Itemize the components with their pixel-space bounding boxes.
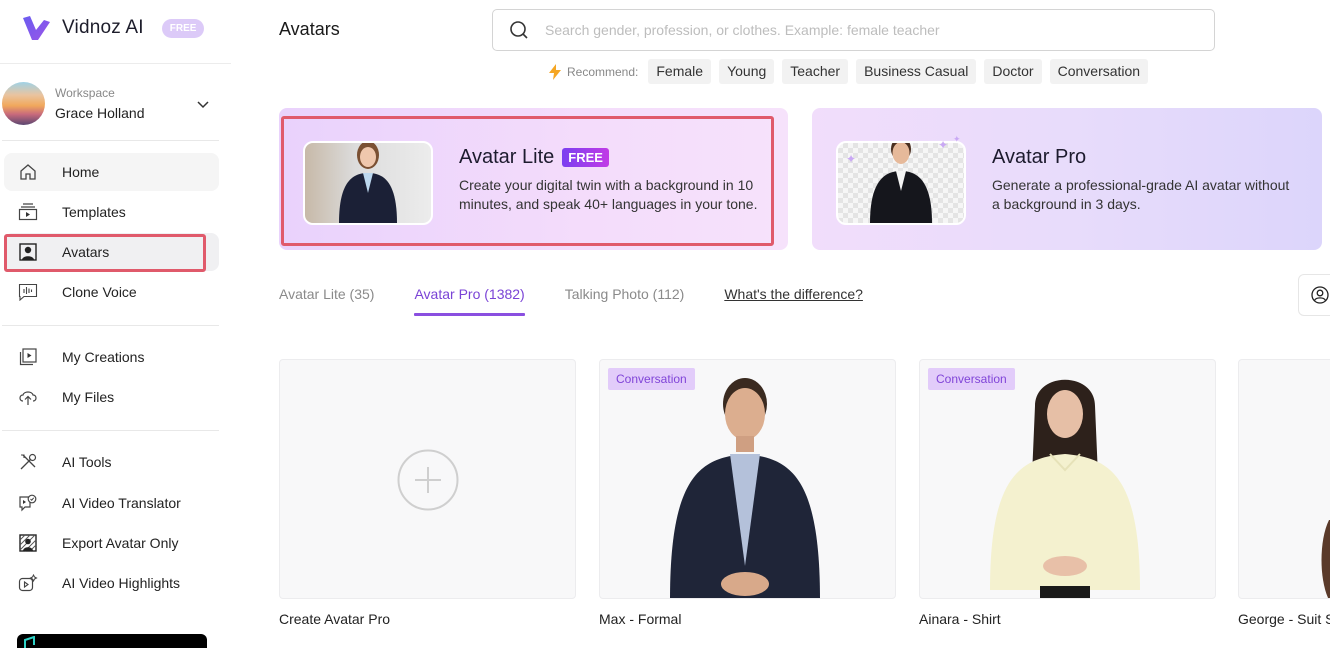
avatar-icon [18,242,38,262]
brand-logo[interactable]: Vidnoz AI FREE [20,12,205,44]
avatar-pro-description: Generate a professional-grade AI avatar … [992,177,1290,212]
tab-avatar-lite[interactable]: Avatar Lite (35) [279,286,374,316]
avatar-george-image [1321,520,1330,598]
recommend-tag-conversation[interactable]: Conversation [1049,59,1149,84]
voice-icon [18,282,38,302]
whats-the-difference-link[interactable]: What's the difference? [724,286,863,316]
home-icon [18,162,38,182]
recommend-tag-female[interactable]: Female [648,59,712,84]
translator-icon [18,493,38,513]
tools-icon [18,452,38,472]
avatar-lite-description: Create your digital twin with a backgrou… [459,177,758,212]
sparkle-icon: ✦ [953,134,961,144]
sidebar-item-label: Avatars [62,244,110,260]
sidebar-item-label: AI Video Translator [62,495,181,511]
avatar-tabs: Avatar Lite (35) Avatar Pro (1382) Talki… [279,286,863,316]
avatar-name: Max - Formal [599,611,682,627]
avatar-pro-title: Avatar Pro [992,146,1087,168]
recommend-label: Recommend: [567,64,639,79]
chevron-down-icon[interactable] [196,97,210,111]
recommend-tag-business-casual[interactable]: Business Casual [856,59,977,84]
lightning-icon [549,63,561,80]
tab-talking-photo[interactable]: Talking Photo (112) [565,286,685,316]
avatar-card-max-formal[interactable]: Conversation [599,359,896,599]
search-input[interactable] [545,22,1185,38]
sidebar-item-ai-tools[interactable]: AI Tools [4,443,219,481]
conversation-tag: Conversation [928,368,1015,390]
export-avatar-icon [18,533,38,553]
sidebar-item-templates[interactable]: Templates [4,193,219,231]
upload-cloud-icon [18,387,38,407]
sidebar-item-label: Clone Voice [62,284,137,300]
conversation-tag: Conversation [608,368,695,390]
recommend-tag-doctor[interactable]: Doctor [984,59,1042,84]
avatar-max-image [670,378,820,598]
sidebar-item-clone-voice[interactable]: Clone Voice [4,273,219,311]
sidebar-item-my-creations[interactable]: My Creations [4,338,219,376]
sidebar-item-ai-video-highlights[interactable]: AI Video Highlights [4,564,219,602]
free-badge: FREE [562,148,609,167]
sidebar-item-label: AI Tools [62,454,112,470]
music-note-icon [24,636,35,648]
plus-circle-icon [397,449,459,511]
avatar-lite-card[interactable]: Avatar Lite FREE Create your digital twi… [279,108,788,250]
sidebar-item-label: My Creations [62,349,145,365]
sidebar-item-export-avatar-only[interactable]: Export Avatar Only [4,524,219,562]
sidebar-item-home[interactable]: Home [4,153,219,191]
sidebar-item-label: Templates [62,204,126,220]
vidnoz-logo-icon [23,16,50,40]
sparkle-icon: ✦ [846,152,857,166]
sidebar-item-avatars[interactable]: Avatars [4,233,219,271]
search-icon [510,21,528,39]
sidebar-item-my-files[interactable]: My Files [4,378,219,416]
avatar-lite-thumbnail [303,141,433,225]
templates-icon [18,202,38,222]
divider [0,63,231,64]
sparkle-icon: ✦ [938,138,949,152]
workspace-user-name: Grace Holland [55,104,145,121]
divider [2,140,219,141]
workspace-label: Workspace [55,85,115,100]
brand-name: Vidnoz AI [62,17,144,38]
avatar-card-ainara-shirt[interactable]: Conversation [919,359,1216,599]
sidebar-item-label: Home [62,164,100,180]
tab-avatar-pro[interactable]: Avatar Pro (1382) [414,286,525,316]
recommend-tag-teacher[interactable]: Teacher [782,59,849,84]
avatar-name: George - Suit S [1238,611,1330,627]
user-circle-icon [1311,286,1329,304]
app-root: Vidnoz AI FREE Workspace Grace Holland H… [0,0,1330,648]
avatar-card-george[interactable] [1238,359,1330,599]
search-bar[interactable] [492,9,1215,51]
promo-banner[interactable] [17,634,207,648]
avatar-name: Ainara - Shirt [919,611,1001,627]
sidebar-item-label: My Files [62,389,115,405]
avatar-ainara-image [990,379,1140,598]
page-title: Avatars [279,19,340,39]
creations-icon [18,347,38,367]
workspace-switcher[interactable]: Workspace Grace Holland [2,80,220,126]
recommend-row: Recommend: Female Young Teacher Business… [548,59,1156,84]
sidebar-item-label: AI Video Highlights [62,575,181,591]
woman-avatar-image [339,143,397,223]
avatar-pro-card[interactable]: ✦ ✦ ✦ Avatar Pro Generate a professional… [812,108,1322,250]
plan-badge: FREE [161,18,205,38]
divider [2,430,219,431]
avatar [2,81,45,125]
man-avatar-image [870,143,932,223]
sidebar: Vidnoz AI FREE Workspace Grace Holland H… [0,0,232,648]
divider [2,325,219,326]
avatar-lite-title: Avatar Lite [459,146,555,168]
sidebar-item-label: Export Avatar Only [62,535,179,551]
create-avatar-pro-card[interactable] [279,359,576,599]
highlights-icon [18,573,38,593]
sidebar-item-ai-video-translator[interactable]: AI Video Translator [4,484,219,522]
avatar-name: Create Avatar Pro [279,611,391,627]
filter-avatar-button[interactable] [1298,274,1330,316]
recommend-tag-young[interactable]: Young [719,59,775,84]
